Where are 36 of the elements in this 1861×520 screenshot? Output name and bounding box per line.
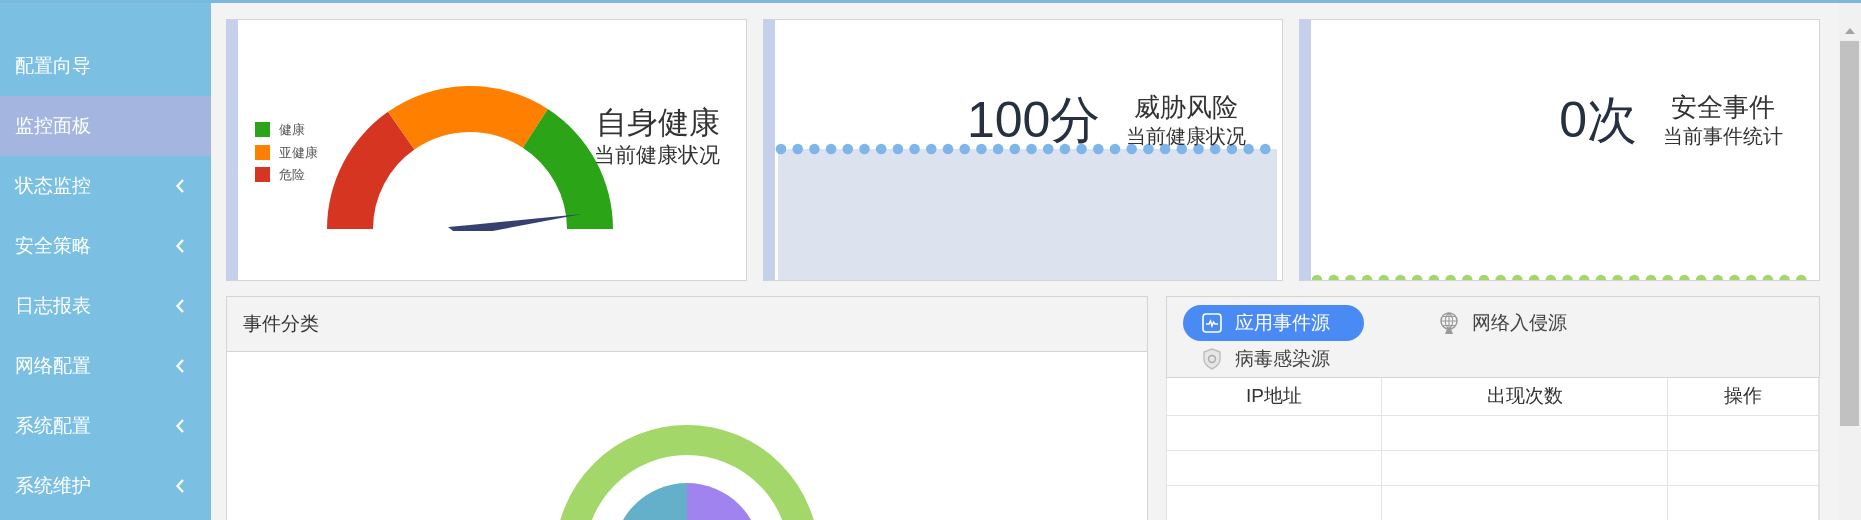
scrollbar-thumb[interactable] xyxy=(1840,41,1859,426)
legend-label: 危险 xyxy=(279,166,305,184)
source-tab[interactable]: 应用事件源 xyxy=(1183,305,1364,341)
chevron-left-icon xyxy=(176,299,185,313)
chevron-left-icon xyxy=(176,359,185,373)
sidebar-item[interactable]: 系统配置 xyxy=(0,396,211,456)
stat-value: 100分 xyxy=(966,91,1101,150)
legend-label: 亚健康 xyxy=(279,143,318,162)
source-tab[interactable]: 网络入侵源 xyxy=(1420,305,1601,341)
sidebar-item[interactable]: 安全策略 xyxy=(0,216,211,276)
stat-value: 0次 xyxy=(1559,91,1637,150)
column-header: 出现次数 xyxy=(1382,378,1668,415)
sidebar-item[interactable]: 日志报表 xyxy=(0,276,211,336)
sidebar-item[interactable]: 网络配置 xyxy=(0,336,211,396)
sidebar-item[interactable]: 配置向导 xyxy=(0,36,211,96)
chart-window-icon xyxy=(1202,313,1222,333)
card-subtitle: 当前健康状况 xyxy=(593,142,720,168)
panel-title: 事件分类 xyxy=(243,311,319,336)
chevron-left-icon xyxy=(176,419,185,433)
card-title: 自身健康 xyxy=(595,104,720,142)
chevron-left-icon xyxy=(176,239,185,253)
column-header: 操作 xyxy=(1668,378,1819,415)
globe-icon xyxy=(1439,312,1459,334)
card-title: 威胁风险 xyxy=(1134,91,1239,123)
source-tab[interactable]: 病毒感染源 xyxy=(1183,341,1364,377)
sidebar-item[interactable]: 状态监控 xyxy=(0,156,211,216)
chevron-left-icon xyxy=(176,479,185,493)
sidebar-item[interactable]: 系统维护 xyxy=(0,456,211,516)
column-header: IP地址 xyxy=(1167,378,1382,415)
card-subtitle: 当前健康状况 xyxy=(1126,124,1247,149)
legend-label: 健康 xyxy=(279,121,305,139)
card-subtitle: 当前事件统计 xyxy=(1663,124,1783,149)
card-title: 安全事件 xyxy=(1671,91,1775,123)
sidebar-item[interactable]: 监控面板 xyxy=(0,96,211,156)
chevron-left-icon xyxy=(176,179,185,193)
shield-icon xyxy=(1202,348,1222,370)
